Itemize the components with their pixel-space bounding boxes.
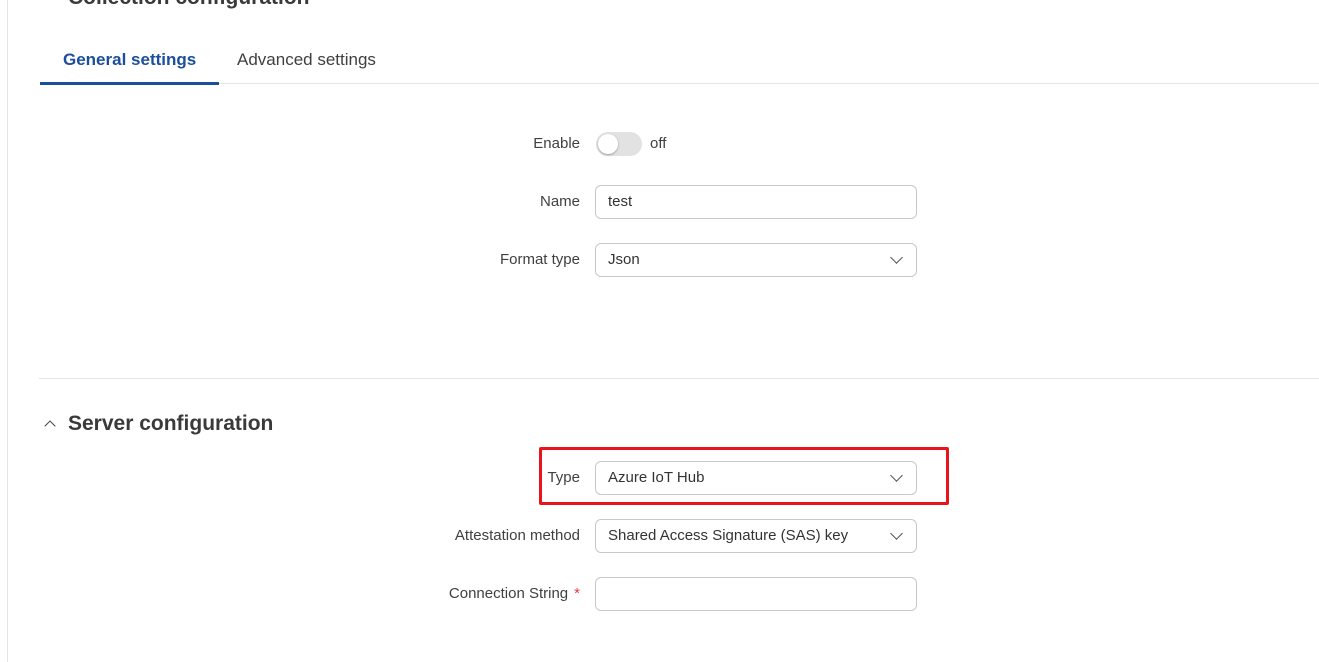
chevron-down-icon [890,527,903,540]
attestation-method-value: Shared Access Signature (SAS) key [608,527,849,544]
name-label: Name [539,193,580,210]
connection-string-input[interactable] [595,577,917,611]
settings-tabs: General settings Advanced settings [40,40,1319,85]
required-indicator: * [574,585,580,602]
type-value: Azure IoT Hub [608,469,705,486]
tab-general-settings[interactable]: General settings [40,40,220,85]
chevron-down-icon [890,251,903,264]
enable-label: Enable [533,135,580,152]
type-row: Type Azure IoT Hub [0,461,1319,495]
connection-string-row: Connection String * [0,577,1319,611]
enable-row: Enable off [0,127,1319,161]
name-row: Name test [0,185,1319,219]
enable-toggle[interactable] [596,132,642,156]
attestation-method-label: Attestation method [454,527,580,544]
attestation-method-row: Attestation method Shared Access Signatu… [0,519,1319,553]
section-divider [39,378,1319,379]
format-type-select[interactable]: Json [595,243,917,277]
attestation-method-select[interactable]: Shared Access Signature (SAS) key [595,519,917,553]
connection-string-label-text: Connection String [448,585,569,602]
type-label: Type [547,469,580,486]
name-input[interactable]: test [595,185,917,219]
page-left-border [7,0,8,662]
format-type-label: Format type [499,251,580,268]
format-type-value: Json [608,251,640,268]
enable-state-text: off [650,135,667,152]
chevron-down-icon [890,469,903,482]
server-configuration-title: Server configuration [68,412,274,435]
toggle-knob [598,134,618,154]
chevron-up-icon [44,420,56,432]
connection-string-label: Connection String * [449,577,580,611]
format-type-row: Format type Json [0,243,1319,277]
tab-advanced-settings[interactable]: Advanced settings [214,40,399,84]
collection-configuration-title: Collection configuration [68,0,310,10]
type-select[interactable]: Azure IoT Hub [595,461,917,495]
